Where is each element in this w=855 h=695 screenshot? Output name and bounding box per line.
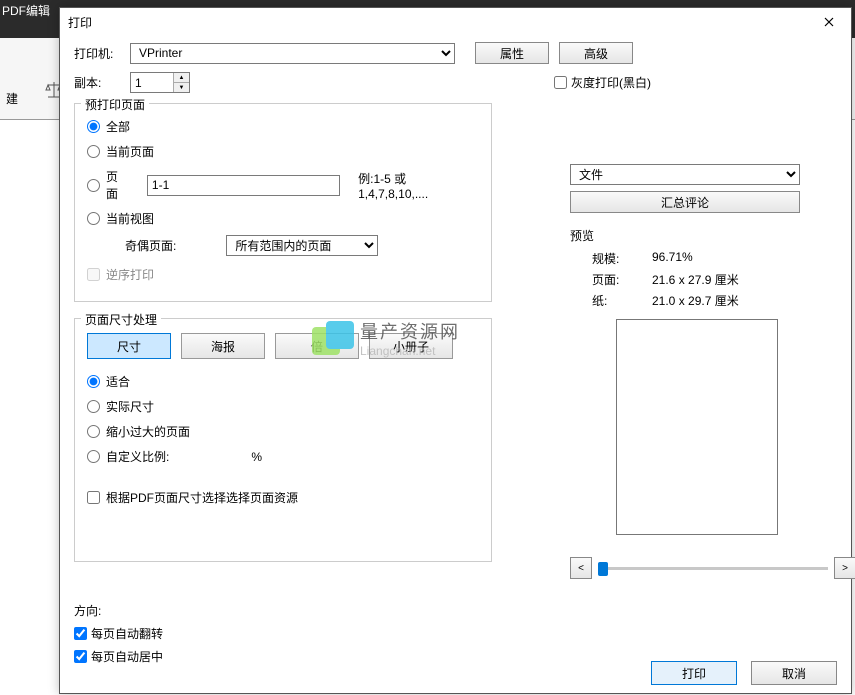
tab-multi[interactable]: 倍 bbox=[275, 333, 359, 359]
copies-down[interactable]: ▼ bbox=[174, 83, 189, 92]
printer-label: 打印机: bbox=[74, 45, 130, 62]
scale-label: 规模: bbox=[592, 250, 652, 267]
preview-next-button[interactable]: > bbox=[834, 557, 855, 579]
tab-booklet[interactable]: 小册子 bbox=[369, 333, 453, 359]
preview-prev-button[interactable]: < bbox=[570, 557, 592, 579]
page-range-input[interactable] bbox=[147, 175, 340, 196]
print-dialog: 打印 打印机: VPrinter 属性 高级 副本: ▲ ▼ bbox=[59, 7, 852, 694]
print-button[interactable]: 打印 bbox=[651, 661, 737, 685]
custom-unit: % bbox=[251, 450, 262, 464]
preview-slider[interactable] bbox=[598, 567, 828, 570]
page-range-group: 预打印页面 全部 当前页面 页面 例:1-5 或 1,4,7,8,10,....… bbox=[74, 103, 492, 302]
app-tab: PDF编辑 bbox=[0, 0, 58, 22]
grayscale-checkbox[interactable]: 灰度打印(黑白) bbox=[554, 74, 651, 91]
radio-custom[interactable] bbox=[87, 450, 100, 463]
advanced-button[interactable]: 高级 bbox=[559, 42, 633, 64]
oddeven-select[interactable]: 所有范围内的页面 bbox=[226, 235, 378, 256]
radio-view[interactable] bbox=[87, 212, 100, 225]
close-button[interactable] bbox=[813, 11, 845, 33]
dialog-title: 打印 bbox=[68, 14, 813, 31]
summarize-comments-button[interactable]: 汇总评论 bbox=[570, 191, 800, 213]
page-range-legend: 预打印页面 bbox=[81, 96, 149, 113]
sizing-group: 页面尺寸处理 尺寸 海报 倍 小册子 适合 实际尺寸 缩小过大的页面 自定 bbox=[74, 318, 492, 562]
radio-fit[interactable] bbox=[87, 375, 100, 388]
copies-spinner[interactable]: ▲ ▼ bbox=[130, 72, 190, 93]
page-size-label: 页面: bbox=[592, 271, 652, 288]
orientation-header: 方向: bbox=[74, 602, 163, 619]
tab-size[interactable]: 尺寸 bbox=[87, 333, 171, 359]
radio-shrink[interactable] bbox=[87, 425, 100, 438]
preview-label: 预览 bbox=[570, 227, 855, 244]
sizing-legend: 页面尺寸处理 bbox=[81, 311, 161, 328]
preview-page bbox=[616, 319, 778, 535]
paper-source-checkbox[interactable] bbox=[87, 491, 100, 504]
reverse-checkbox bbox=[87, 268, 100, 281]
close-icon bbox=[824, 17, 834, 27]
paper-size-label: 纸: bbox=[592, 292, 652, 309]
toolbar-create-label: 建 bbox=[6, 90, 18, 107]
copies-label: 副本: bbox=[74, 74, 130, 91]
file-select[interactable]: 文件 bbox=[570, 164, 800, 185]
paper-size-value: 21.0 x 29.7 厘米 bbox=[652, 292, 855, 309]
copies-up[interactable]: ▲ bbox=[174, 73, 189, 83]
scale-value: 96.71% bbox=[652, 250, 855, 267]
auto-rotate-checkbox[interactable]: 每页自动翻转 bbox=[74, 625, 163, 642]
cancel-button[interactable]: 取消 bbox=[751, 661, 837, 685]
copies-input[interactable] bbox=[131, 73, 173, 92]
tab-poster[interactable]: 海报 bbox=[181, 333, 265, 359]
oddeven-label: 奇偶页面: bbox=[125, 237, 176, 254]
radio-actual[interactable] bbox=[87, 400, 100, 413]
radio-current[interactable] bbox=[87, 145, 100, 158]
page-range-example: 例:1-5 或 1,4,7,8,10,.... bbox=[358, 170, 479, 201]
printer-select[interactable]: VPrinter bbox=[130, 43, 455, 64]
radio-all[interactable] bbox=[87, 120, 100, 133]
auto-center-checkbox[interactable]: 每页自动居中 bbox=[74, 648, 163, 665]
radio-range[interactable] bbox=[87, 179, 100, 192]
page-size-value: 21.6 x 27.9 厘米 bbox=[652, 271, 855, 288]
properties-button[interactable]: 属性 bbox=[475, 42, 549, 64]
